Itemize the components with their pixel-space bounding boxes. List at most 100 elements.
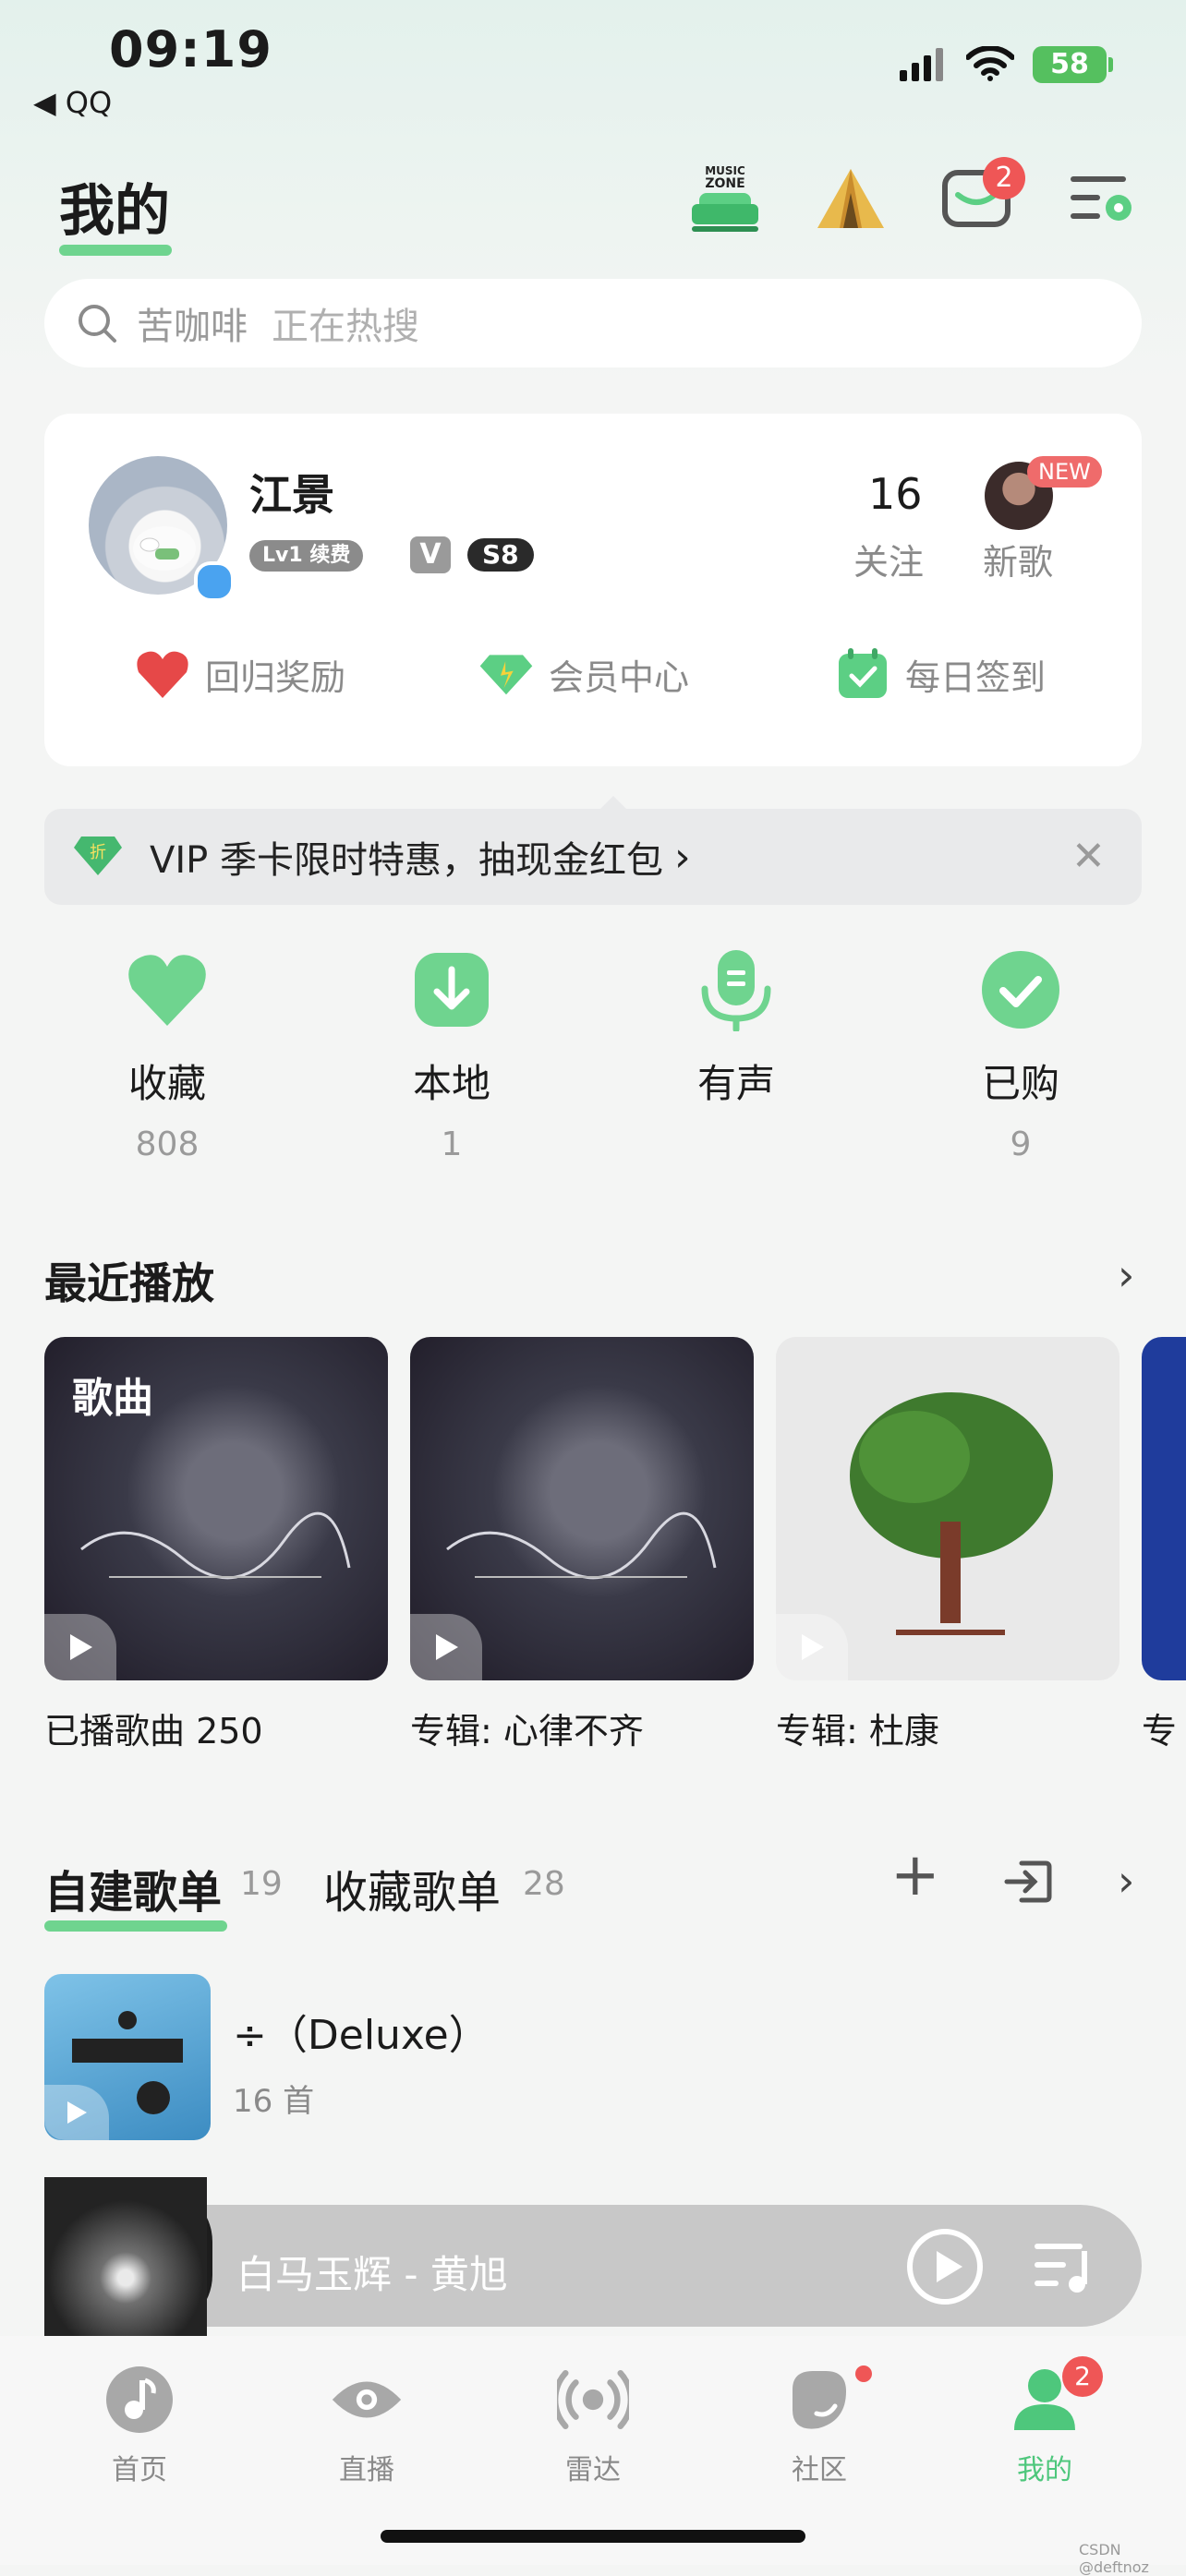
new-songs-label[interactable]: 新歌 [983, 534, 1053, 584]
search-placeholder: 苦咖啡 [137, 306, 248, 348]
check-icon [976, 945, 1065, 1034]
title-underline [59, 245, 172, 256]
created-count: 19 [240, 1865, 283, 1903]
return-reward-label: 回归奖励 [205, 656, 346, 698]
status-time: 09:19 [109, 20, 272, 78]
tab-live[interactable]: 直播 [307, 2364, 427, 2487]
playlist-title[interactable]: ÷（Deluxe） [233, 2002, 490, 2061]
recent-card[interactable] [1142, 1337, 1186, 1680]
tab-label: 雷达 [565, 2454, 621, 2486]
vip-promo-banner[interactable]: 折 VIP 季卡限时特惠，抽现金红包 › [44, 809, 1142, 905]
discount-diamond-icon: 折 [72, 833, 124, 881]
daily-checkin-label: 每日签到 [905, 656, 1047, 698]
category-favorites[interactable]: 收藏 808 [89, 945, 246, 1163]
recent-card-label: 专辑: 心律不齐 [410, 1711, 644, 1751]
menu-settings-icon[interactable] [1062, 159, 1142, 238]
playlist-cover[interactable] [44, 1974, 211, 2140]
following-count[interactable]: 16 [868, 469, 923, 519]
category-purchased[interactable]: 已购 9 [942, 945, 1099, 1163]
recent-songs-tag: 歌曲 [72, 1375, 153, 1422]
category-label: 已购 [981, 1061, 1059, 1106]
vip-promo-chevron: › [674, 833, 691, 881]
calendar-check-icon [835, 646, 890, 702]
category-audio[interactable]: 有声 [658, 945, 815, 1125]
home-note-icon [103, 2364, 175, 2436]
category-label: 有声 [696, 1061, 775, 1106]
username[interactable]: 江景 [249, 462, 334, 523]
battery-indicator: 58 [1033, 46, 1107, 83]
heart-pixel-icon [135, 646, 190, 702]
recent-card-label: 已播歌曲 250 [44, 1711, 263, 1751]
daily-checkin-button[interactable]: 每日签到 [835, 646, 1046, 702]
home-indicator[interactable] [381, 2530, 805, 2543]
import-icon[interactable] [1003, 1860, 1053, 1904]
player-cover[interactable] [44, 2177, 207, 2340]
profile-tab-badge: 2 [1062, 2356, 1103, 2397]
vip-center-label: 会员中心 [549, 656, 690, 698]
community-notification-dot [855, 2365, 872, 2382]
search-bar[interactable]: 苦咖啡 正在热搜 [44, 279, 1142, 367]
tab-radar[interactable]: 雷达 [533, 2364, 653, 2487]
playlist-queue-icon[interactable] [1033, 2238, 1094, 2295]
recent-card-label: 专 [1142, 1711, 1178, 1751]
diamond-icon [478, 646, 534, 702]
tab-label: 首页 [112, 2454, 167, 2486]
svg-text:ZONE: ZONE [705, 176, 744, 191]
heart-icon [123, 945, 212, 1034]
search-hot-label: 正在热搜 [272, 306, 419, 348]
watermark: CSDN @deftnoz [1079, 2541, 1149, 2576]
play-circle-icon[interactable] [905, 2227, 985, 2306]
player-song-title[interactable]: 白马玉辉 - 黄旭 [236, 2244, 508, 2300]
play-icon[interactable] [44, 1614, 116, 1680]
vip-center-button[interactable]: 会员中心 [478, 646, 689, 702]
playlist-song-count: 16 首 [233, 2083, 315, 2120]
category-count: 808 [135, 1125, 200, 1163]
radar-icon [557, 2364, 629, 2436]
tent-icon[interactable] [811, 159, 890, 238]
recent-section-title: 最近播放 [44, 1258, 214, 1308]
collected-count: 28 [523, 1865, 565, 1903]
tab-label: 我的 [1017, 2454, 1072, 2486]
search-icon [79, 305, 116, 343]
vip-badge[interactable]: V [410, 536, 451, 573]
tab-label: 直播 [339, 2454, 394, 2486]
recent-card-label: 专辑: 杜康 [776, 1711, 939, 1751]
recent-card[interactable] [410, 1337, 754, 1680]
category-label: 收藏 [127, 1061, 206, 1106]
level-badge[interactable]: Lv1 续费 [249, 540, 364, 572]
cellular-signal-icon [900, 48, 943, 81]
playlists-more-chevron[interactable]: › [1118, 1856, 1134, 1906]
tab-home[interactable]: 首页 [79, 2364, 200, 2487]
add-playlist-button[interactable]: + [890, 1841, 940, 1909]
category-count: 1 [441, 1125, 463, 1163]
category-count: 9 [1010, 1125, 1032, 1163]
eye-icon [331, 2364, 403, 2436]
discount-badge-text: 折 [90, 843, 106, 862]
new-tag: NEW [1027, 456, 1102, 488]
page-title: 我的 [59, 179, 170, 244]
tab-collected-playlists[interactable]: 收藏歌单 [323, 1856, 501, 1920]
tab-underline [44, 1920, 227, 1932]
following-label[interactable]: 关注 [853, 534, 924, 584]
message-badge: 2 [983, 157, 1025, 199]
tab-community[interactable]: 社区 [759, 2364, 879, 2487]
category-label: 本地 [412, 1061, 490, 1106]
recent-more-chevron[interactable]: › [1118, 1250, 1134, 1300]
wifi-icon [966, 46, 1014, 81]
return-reward-button[interactable]: 回归奖励 [135, 646, 345, 702]
tab-created-playlists[interactable]: 自建歌单 [44, 1856, 222, 1920]
back-to-app-link[interactable]: ◀ QQ [33, 85, 112, 120]
tab-label: 社区 [792, 2454, 847, 2486]
close-icon[interactable]: ✕ [1071, 835, 1106, 879]
play-icon[interactable] [410, 1614, 482, 1680]
svg-text:MUSIC: MUSIC [705, 164, 745, 177]
play-icon[interactable] [776, 1614, 848, 1680]
category-local[interactable]: 本地 1 [373, 945, 530, 1163]
music-zone-icon[interactable]: MUSIC ZONE [685, 159, 765, 238]
recent-card[interactable] [776, 1337, 1119, 1680]
rank-badge[interactable]: S8 [467, 538, 534, 572]
download-icon [407, 945, 496, 1034]
battery-tip [1108, 57, 1113, 72]
community-icon [783, 2364, 855, 2436]
vip-promo-text: VIP 季卡限时特惠，抽现金红包 [150, 839, 663, 882]
